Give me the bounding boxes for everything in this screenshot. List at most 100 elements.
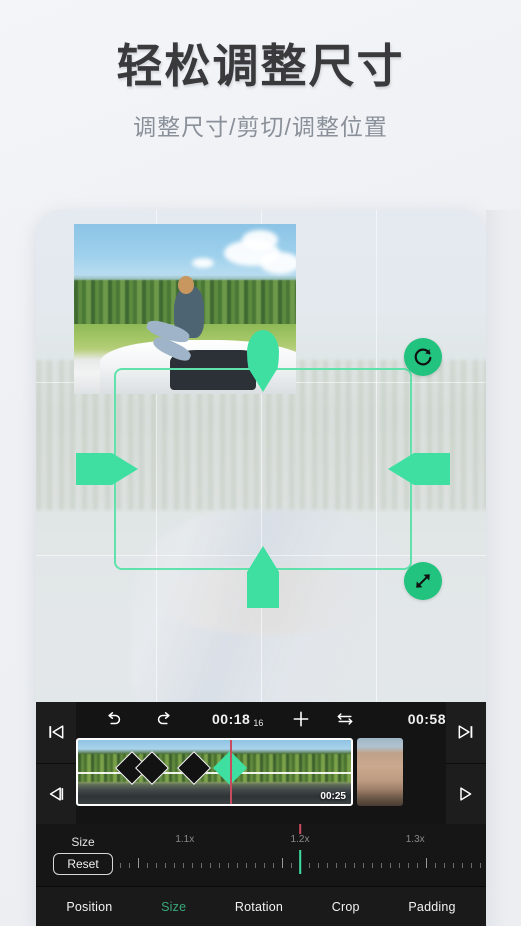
timeline-clip-next[interactable] [357, 738, 403, 806]
redo-button[interactable] [155, 710, 174, 729]
skip-to-start-icon [49, 725, 64, 739]
ruler-tick [363, 863, 364, 868]
top-resize-handle[interactable] [247, 330, 279, 392]
diagonal-resize-icon [416, 574, 430, 588]
ruler-tick [165, 863, 166, 868]
ruler-tick-label-current: 1.2x [290, 834, 310, 845]
ruler-tick [138, 858, 139, 868]
scale-button[interactable] [404, 562, 442, 600]
ruler-tick [255, 863, 256, 868]
undo-button[interactable] [104, 710, 123, 729]
editor-panel: 00:18 16 00:58 00:25 Size Reset 1.1x 1.2… [36, 702, 486, 926]
ruler-tick [309, 863, 310, 868]
person-head [178, 276, 194, 294]
ruler-tick [291, 863, 292, 868]
current-frame: 16 [253, 718, 264, 728]
playhead[interactable] [230, 740, 232, 804]
ruler-tick [345, 863, 346, 868]
timeline-area: 00:18 16 00:58 00:25 [36, 702, 486, 824]
timeline-track: 00:25 > < [76, 736, 446, 824]
cloud-shape [242, 230, 278, 250]
page-title: 轻松调整尺寸 [116, 40, 405, 92]
plus-icon [293, 711, 309, 727]
ruler-needle[interactable] [299, 850, 301, 874]
ruler-tick [264, 863, 265, 868]
ruler-tick [444, 863, 445, 868]
ruler-tick [318, 863, 319, 868]
ruler-tick [372, 863, 373, 868]
tab-rotation[interactable]: Rotation [235, 900, 283, 914]
undo-icon [108, 711, 121, 724]
ruler-tick [327, 863, 328, 868]
rotate-button[interactable] [404, 338, 442, 376]
ruler-tick [390, 863, 391, 868]
step-backward-button[interactable] [36, 764, 76, 825]
tab-padding[interactable]: Padding [408, 900, 455, 914]
edit-mode-tabbar: Position Size Rotation Crop Padding [36, 886, 486, 926]
ruler-tick [174, 863, 175, 868]
current-time: 00:18 [212, 711, 251, 727]
left-resize-handle[interactable] [76, 453, 138, 485]
ruler-tick [336, 863, 337, 868]
ruler-tick [237, 863, 238, 868]
ruler-tick [183, 863, 184, 868]
ruler-tick [246, 863, 247, 868]
ruler-tick [462, 863, 463, 868]
size-ruler[interactable]: 1.1x 1.2x 1.3x [120, 824, 481, 878]
ruler-tick [426, 858, 427, 868]
ruler-tick [435, 863, 436, 868]
tab-position[interactable]: Position [66, 900, 112, 914]
size-label: Size [71, 835, 95, 849]
ruler-top-mark [299, 824, 301, 834]
promo-header: 轻松调整尺寸 调整尺寸/剪切/调整位置 [0, 0, 521, 142]
tab-crop[interactable]: Crop [332, 900, 360, 914]
step-forward-button[interactable] [446, 764, 486, 825]
ruler-tick [354, 863, 355, 868]
clip-duration-label: 00:25 [320, 791, 346, 802]
ruler-tick [453, 863, 454, 868]
ruler-tick [282, 858, 283, 868]
ruler-tick [129, 863, 130, 868]
timeline-clip-main[interactable]: 00:25 > < [76, 738, 353, 806]
timeline-left-nav [36, 702, 76, 824]
ruler-tick-label: 1.3x [405, 834, 425, 845]
phone-mockup: 00:18 16 00:58 00:25 Size Reset 1.1x 1.2… [36, 210, 486, 926]
swap-icon [337, 713, 353, 725]
crop-frame[interactable] [76, 330, 450, 608]
total-time: 00:58 [407, 711, 446, 727]
cloud-shape [260, 252, 296, 274]
skip-to-end-icon [458, 725, 473, 739]
ruler-tick [219, 863, 220, 868]
rotate-icon [414, 348, 432, 366]
ruler-tick [399, 863, 400, 868]
right-resize-handle[interactable] [388, 453, 450, 485]
reset-button[interactable]: Reset [53, 853, 113, 875]
add-button[interactable] [291, 709, 311, 729]
ruler-tick [120, 863, 121, 868]
timeline-right-nav [446, 702, 486, 824]
video-preview-canvas[interactable] [36, 210, 486, 702]
ruler-tick [201, 863, 202, 868]
timeline-toolbar: 00:18 16 00:58 [76, 702, 446, 736]
cloud-shape [192, 258, 214, 268]
ruler-tick [408, 863, 409, 868]
swap-button[interactable] [335, 709, 355, 729]
ruler-tick [417, 863, 418, 868]
ruler-tick-label: 1.1x [175, 834, 195, 845]
current-time-display: 00:18 16 [212, 711, 264, 728]
ruler-tick [228, 863, 229, 868]
redo-icon [157, 711, 170, 724]
ruler-tick [192, 863, 193, 868]
skip-to-end-button[interactable] [446, 702, 486, 764]
page-edge-gradient [486, 210, 521, 926]
ruler-tick [156, 863, 157, 868]
page-subtitle: 调整尺寸/剪切/调整位置 [133, 114, 388, 141]
step-backward-icon [49, 787, 64, 801]
step-forward-icon [460, 787, 472, 801]
size-control-left: Size Reset [36, 835, 120, 875]
tab-size[interactable]: Size [161, 900, 186, 914]
bottom-resize-handle[interactable] [247, 546, 279, 608]
ruler-tick [147, 863, 148, 868]
ruler-tick [381, 863, 382, 868]
skip-to-start-button[interactable] [36, 702, 76, 764]
